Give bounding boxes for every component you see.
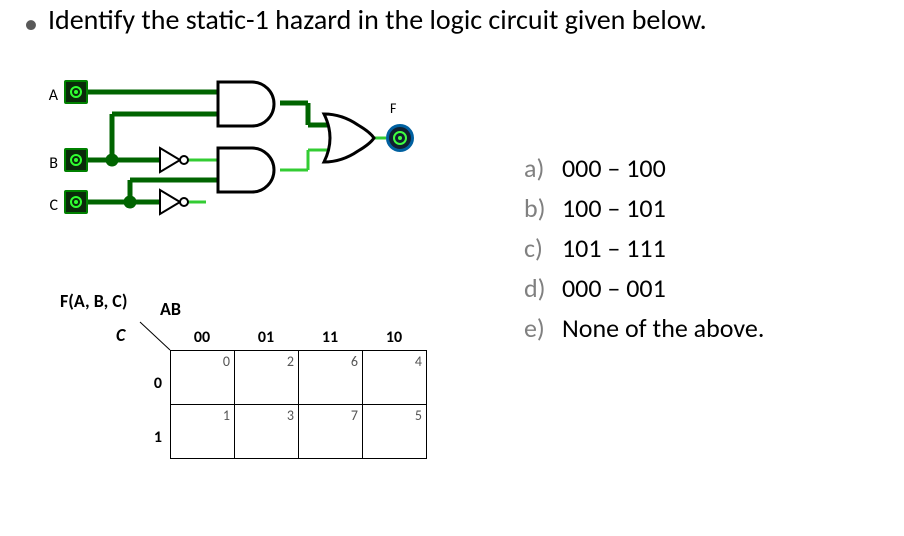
kmap-row-var: C <box>116 324 125 346</box>
kmap-row: 1 3 7 5 <box>171 405 427 459</box>
answer-text: None of the above. <box>562 312 764 344</box>
kmap-col-header: 01 <box>234 328 298 347</box>
answer-d: d) 000 – 001 <box>524 272 764 304</box>
answer-letter: e) <box>524 312 562 344</box>
kmap-col-header: 00 <box>170 328 234 347</box>
circuit-svg <box>40 70 480 250</box>
answer-options: a) 000 – 100 b) 100 – 101 c) 101 – 111 d… <box>524 152 764 352</box>
answer-letter: b) <box>524 192 562 224</box>
question-text: Identify the static-1 hazard in the logi… <box>48 2 707 37</box>
kmap-row: 0 2 6 4 <box>171 351 427 405</box>
question-row: • Identify the static-1 hazard in the lo… <box>0 0 904 38</box>
logic-circuit: A B C F <box>40 70 480 250</box>
kmap-cell: 2 <box>235 351 299 405</box>
kmap-cell: 7 <box>299 405 363 459</box>
kmap-col-var: AB <box>160 298 181 320</box>
and-gate-top <box>218 82 274 126</box>
kmap-table: 0 2 6 4 1 3 7 5 <box>170 350 427 459</box>
cell-index: 3 <box>287 407 294 424</box>
kmap-row-label-0: 0 <box>144 374 162 393</box>
kmap-cell: 3 <box>235 405 299 459</box>
kmap-col-header: 11 <box>298 328 362 347</box>
kmap-grid: 0 2 6 4 1 3 7 5 <box>170 350 427 459</box>
cell-index: 6 <box>351 353 358 370</box>
cell-index: 7 <box>351 407 358 424</box>
not-gate-b <box>160 148 188 172</box>
answer-a: a) 000 – 100 <box>524 152 764 184</box>
answer-letter: c) <box>524 232 562 264</box>
not-gate-c <box>160 190 188 214</box>
cell-index: 0 <box>223 353 230 370</box>
answer-text: 000 – 001 <box>562 272 666 304</box>
answer-e: e) None of the above. <box>524 312 764 344</box>
kmap-col-headers: 00 01 11 10 <box>170 328 426 347</box>
kmap-cell: 1 <box>171 405 235 459</box>
cell-index: 4 <box>415 353 422 370</box>
kmap-function-label: F(A, B, C) <box>60 290 127 312</box>
answer-letter: d) <box>524 272 562 304</box>
answer-b: b) 100 – 101 <box>524 192 764 224</box>
kmap-col-header: 10 <box>362 328 426 347</box>
wire-group-dark <box>88 92 328 206</box>
cell-index: 2 <box>287 353 294 370</box>
kmap-cell: 0 <box>171 351 235 405</box>
kmap-cell: 5 <box>363 405 427 459</box>
kmap-cell: 4 <box>363 351 427 405</box>
or-gate <box>324 114 374 162</box>
answer-c: c) 101 – 111 <box>524 232 764 264</box>
kmap-cell: 6 <box>299 351 363 405</box>
and-gate-bottom <box>218 148 274 192</box>
answer-letter: a) <box>524 152 562 184</box>
bullet: • <box>24 10 38 38</box>
answer-text: 100 – 101 <box>562 192 666 224</box>
kmap-row-label-1: 1 <box>144 428 162 447</box>
cell-index: 1 <box>223 407 230 424</box>
cell-index: 5 <box>415 407 422 424</box>
answer-text: 000 – 100 <box>562 152 666 184</box>
answer-text: 101 – 111 <box>562 232 666 264</box>
